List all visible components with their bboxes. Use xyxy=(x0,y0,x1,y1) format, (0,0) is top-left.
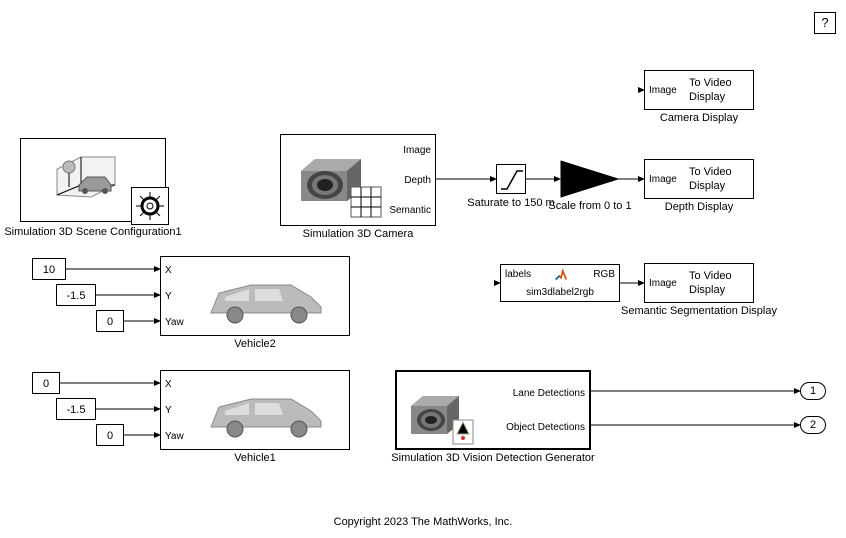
semantic-display-label: Semantic Segmentation Display xyxy=(614,305,784,317)
semantic-display-port: Image xyxy=(649,278,677,289)
gear-icon xyxy=(131,187,169,225)
vision-generator-block[interactable]: Lane Detections Object Detections xyxy=(395,370,591,450)
vehicle1-port-yaw: Yaw xyxy=(165,431,184,442)
camera-display-block[interactable]: Image To Video Display xyxy=(644,70,754,110)
camera-display-label: Camera Display xyxy=(644,112,754,124)
camera-port-depth: Depth xyxy=(404,175,431,186)
camera-display-port: Image xyxy=(649,85,677,96)
vehicle1-const-x[interactable]: 0 xyxy=(32,372,60,394)
depth-display-block[interactable]: Image To Video Display xyxy=(644,159,754,199)
camera-display-text2: Display xyxy=(689,91,725,103)
vehicle2-const-y[interactable]: -1.5 xyxy=(56,284,96,306)
vision-port-object: Object Detections xyxy=(506,422,585,433)
camera-port-image: Image xyxy=(403,145,431,156)
saturate-block[interactable] xyxy=(496,164,526,194)
camera-block[interactable]: Image Depth Semantic xyxy=(280,134,436,226)
vehicle2-port-y: Y xyxy=(165,291,172,302)
vehicle2-block[interactable]: X Y Yaw xyxy=(160,256,350,336)
depth-display-text2: Display xyxy=(689,180,725,192)
vehicle1-port-y: Y xyxy=(165,405,172,416)
gain-text: (1/150) xyxy=(565,172,597,183)
vehicle2-label: Vehicle2 xyxy=(160,338,350,350)
vehicle1-label: Vehicle1 xyxy=(160,452,350,464)
gain-block[interactable]: (1/150) xyxy=(560,160,620,198)
semantic-display-text1: To Video xyxy=(689,270,732,282)
semantic-display-text2: Display xyxy=(689,284,725,296)
copyright-text: Copyright 2023 The MathWorks, Inc. xyxy=(0,516,846,528)
help-button[interactable]: ? xyxy=(814,12,836,34)
vehicle1-port-x: X xyxy=(165,379,172,390)
depth-display-label: Depth Display xyxy=(644,201,754,213)
scene-config-label: Simulation 3D Scene Configuration1 xyxy=(0,226,186,238)
matlab-icon xyxy=(553,269,569,283)
vehicle1-block[interactable]: X Y Yaw xyxy=(160,370,350,450)
label2rgb-name: sim3dlabel2rgb xyxy=(501,287,619,298)
semantic-display-block[interactable]: Image To Video Display xyxy=(644,263,754,303)
camera-label: Simulation 3D Camera xyxy=(280,228,436,240)
camera-display-text1: To Video xyxy=(689,77,732,89)
scene-config-block[interactable] xyxy=(20,138,166,222)
outport-2[interactable]: 2 xyxy=(800,416,826,434)
label2rgb-in-port: labels xyxy=(505,269,531,280)
vision-port-lane: Lane Detections xyxy=(513,388,585,399)
label2rgb-out-port: RGB xyxy=(593,269,615,280)
vehicle2-port-yaw: Yaw xyxy=(165,317,184,328)
depth-display-port: Image xyxy=(649,174,677,185)
label2rgb-block[interactable]: labels RGB sim3dlabel2rgb xyxy=(500,264,620,302)
vehicle2-const-yaw[interactable]: 0 xyxy=(96,310,124,332)
depth-display-text1: To Video xyxy=(689,166,732,178)
camera-port-semantic: Semantic xyxy=(389,205,431,216)
vision-generator-label: Simulation 3D Vision Detection Generator xyxy=(385,452,601,464)
vehicle1-const-yaw[interactable]: 0 xyxy=(96,424,124,446)
vehicle2-port-x: X xyxy=(165,265,172,276)
outport-1[interactable]: 1 xyxy=(800,382,826,400)
vehicle2-const-x[interactable]: 10 xyxy=(32,258,66,280)
gain-label: Scale from 0 to 1 xyxy=(540,200,640,212)
vehicle1-const-y[interactable]: -1.5 xyxy=(56,398,96,420)
